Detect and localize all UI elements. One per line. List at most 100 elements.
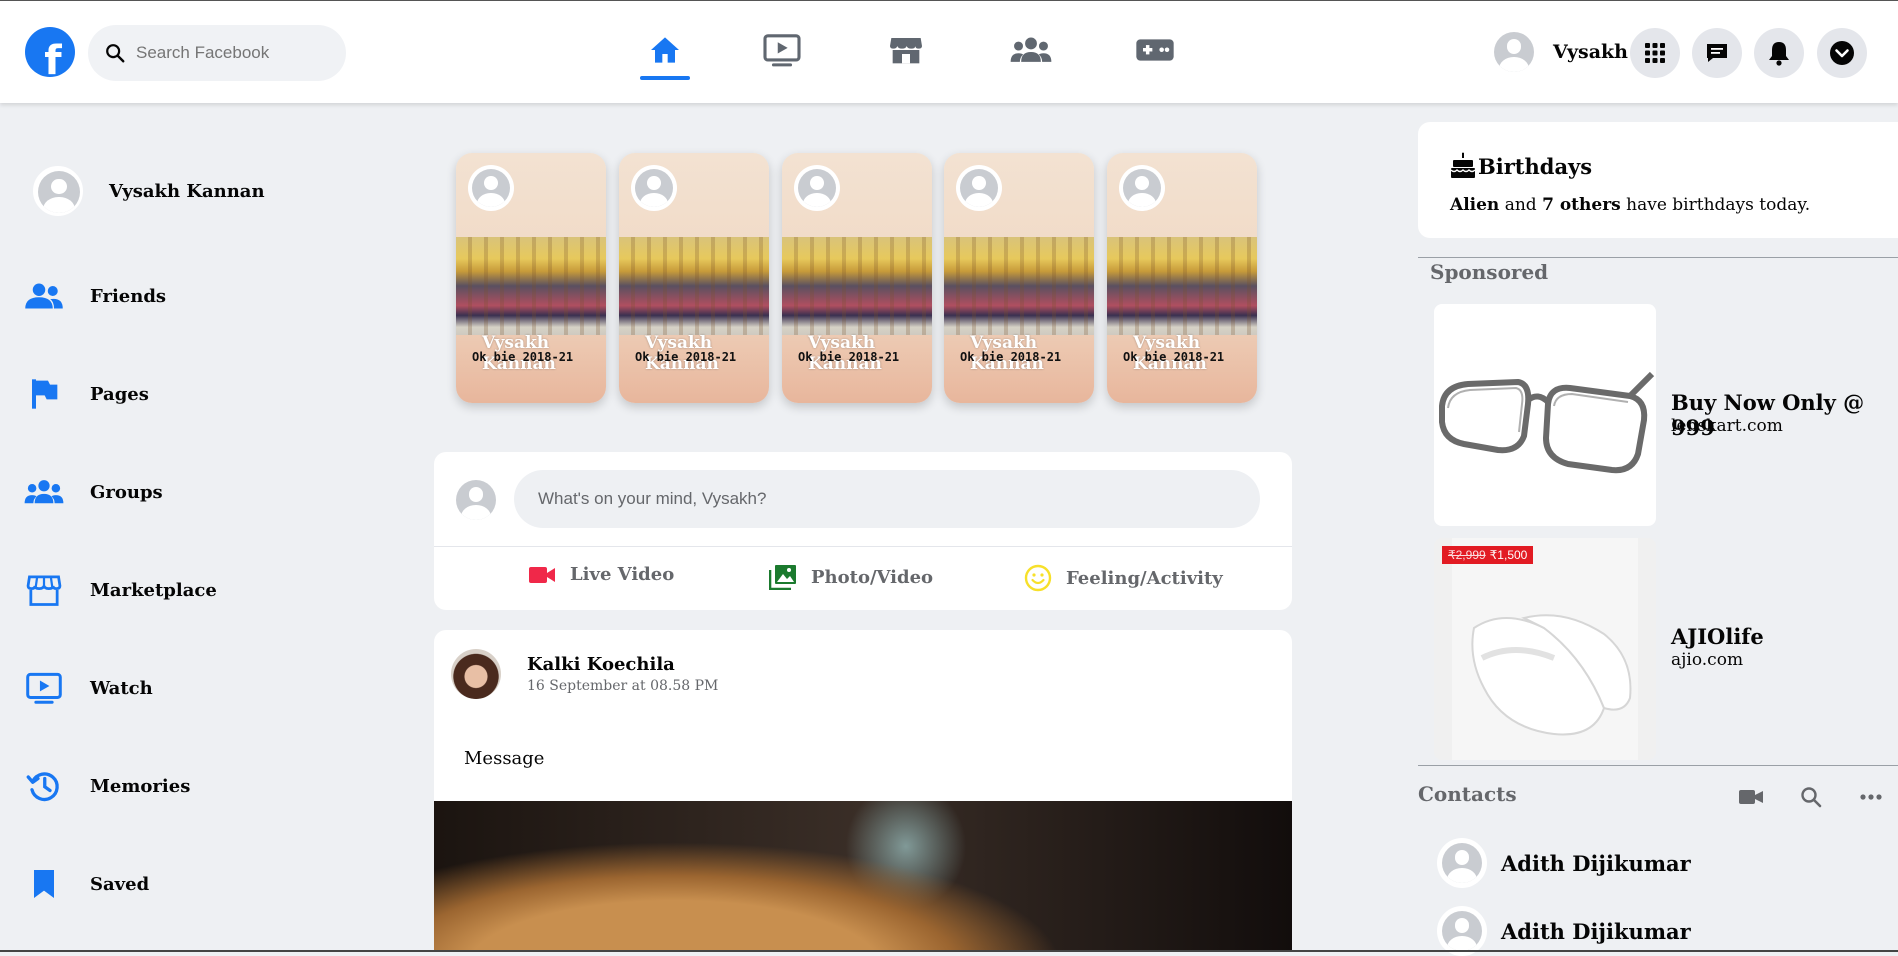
- birthdays-card[interactable]: Birthdays Alien and 7 others have birthd…: [1418, 122, 1898, 238]
- search-bar[interactable]: [88, 25, 346, 81]
- notifications-button[interactable]: [1754, 28, 1804, 78]
- post-timestamp[interactable]: 16 September at 08.58 PM: [527, 678, 718, 694]
- post-message: Message: [464, 748, 545, 769]
- live-video-icon: [529, 566, 555, 583]
- search-input[interactable]: [134, 42, 338, 64]
- sidebar-item-label: Friends: [90, 285, 167, 307]
- nav-watch[interactable]: [753, 25, 811, 75]
- create-post-box: What's on your mind, Vysakh? Live Video …: [434, 452, 1292, 610]
- ad-image-lenskart[interactable]: [1434, 304, 1656, 526]
- author-avatar[interactable]: [451, 649, 501, 699]
- more-icon: [1860, 794, 1882, 800]
- feeling-activity-button[interactable]: Feeling/Activity: [1024, 564, 1223, 592]
- sidebar-item-label: Memories: [90, 775, 191, 797]
- flag-icon: [24, 374, 64, 414]
- divider: [1418, 765, 1898, 766]
- story-photo: [782, 237, 932, 335]
- story-caption: Ok bie 2018-21: [1123, 350, 1225, 364]
- story-card[interactable]: Vysakh Kannan Ok bie 2018-21: [782, 153, 932, 403]
- avatar: [468, 165, 514, 211]
- sponsored-title: Sponsored: [1430, 260, 1549, 284]
- story-card[interactable]: Vysakh Kannan Ok bie 2018-21: [619, 153, 769, 403]
- sidebar-item-label: Watch: [90, 677, 153, 699]
- avatar: [1494, 32, 1534, 72]
- live-video-button[interactable]: Live Video: [528, 564, 674, 585]
- story-photo: [1107, 237, 1257, 335]
- contact-item[interactable]: Adith Dijikumar: [1437, 838, 1691, 888]
- sidebar-profile[interactable]: Vysakh Kannan: [33, 166, 265, 216]
- avatar: [33, 166, 83, 216]
- sidebar-item-marketplace[interactable]: Marketplace: [24, 570, 217, 610]
- groups-icon: [24, 472, 64, 512]
- story-caption: Ok bie 2018-21: [798, 350, 900, 364]
- sidebar-item-groups[interactable]: Groups: [24, 472, 163, 512]
- watch-icon: [763, 34, 801, 67]
- new-room-button[interactable]: [1734, 780, 1768, 814]
- sidebar-item-memories[interactable]: Memories: [24, 766, 190, 806]
- nav-marketplace[interactable]: [877, 25, 935, 75]
- nav-groups[interactable]: [1002, 25, 1060, 75]
- photo-icon: [769, 565, 796, 590]
- story-photo: [944, 237, 1094, 335]
- sidebar-item-saved[interactable]: Saved: [24, 864, 149, 904]
- sidebar-item-label: Saved: [90, 873, 150, 895]
- avatar: [1119, 165, 1165, 211]
- search-contacts-button[interactable]: [1794, 780, 1828, 814]
- story-card[interactable]: Vysakh Kannan Ok bie 2018-21: [944, 153, 1094, 403]
- ad-site: lenskart.com: [1671, 416, 1783, 436]
- photo-video-button[interactable]: Photo/Video: [769, 564, 933, 590]
- contact-name: Adith Dijikumar: [1501, 850, 1691, 876]
- notifications-icon: [1769, 42, 1789, 66]
- messenger-button[interactable]: [1692, 28, 1742, 78]
- action-label: Photo/Video: [811, 566, 934, 588]
- story-card[interactable]: Vysakh Kannan Ok bie 2018-21: [456, 153, 606, 403]
- home-icon: [651, 37, 679, 63]
- header-profile-name: Vysakh: [1553, 41, 1628, 63]
- groups-icon: [1010, 37, 1052, 62]
- sidebar-item-watch[interactable]: Watch: [24, 668, 153, 708]
- feeling-icon: [1024, 564, 1052, 592]
- slides-image: [1452, 538, 1638, 760]
- action-label: Live Video: [570, 564, 675, 585]
- account-dropdown-button[interactable]: [1817, 28, 1867, 78]
- nav-gaming[interactable]: [1126, 25, 1184, 75]
- contacts-options-button[interactable]: [1854, 780, 1888, 814]
- facebook-logo[interactable]: f: [25, 27, 75, 77]
- price-badge: ₹2,999 ₹1,500: [1442, 546, 1534, 564]
- birthdays-text: Alien and 7 others have birthdays today.: [1450, 195, 1811, 215]
- avatar: [1437, 838, 1487, 888]
- marketplace-icon: [890, 38, 922, 64]
- story-card[interactable]: Vysakh Kannan Ok bie 2018-21: [1107, 153, 1257, 403]
- contacts-title: Contacts: [1418, 782, 1517, 806]
- avatar: [794, 165, 840, 211]
- ad-title[interactable]: AJIOlife: [1671, 624, 1764, 649]
- post-author[interactable]: Kalki Koechila: [527, 654, 675, 675]
- feed-post: Kalki Koechila 16 September at 08.58 PM …: [434, 630, 1292, 952]
- ad-image-ajio[interactable]: ₹2,999 ₹1,500: [1434, 538, 1656, 760]
- contact-item[interactable]: Adith Dijikumar: [1437, 906, 1691, 956]
- contact-name: Adith Dijikumar: [1501, 918, 1691, 944]
- status-input[interactable]: What's on your mind, Vysakh?: [514, 470, 1260, 528]
- sidebar-item-label: Pages: [90, 383, 149, 405]
- story-caption: Ok bie 2018-21: [635, 350, 737, 364]
- menu-button[interactable]: [1630, 28, 1680, 78]
- friends-icon: [24, 276, 64, 316]
- story-photo: [619, 237, 769, 335]
- store-icon: [24, 570, 64, 610]
- cake-icon: [1450, 152, 1476, 178]
- action-label: Feeling/Activity: [1066, 567, 1223, 589]
- post-image[interactable]: [434, 801, 1292, 952]
- eyeglasses-image: [1439, 371, 1655, 474]
- sidebar-item-friends[interactable]: Friends: [24, 276, 166, 316]
- story-caption: Ok bie 2018-21: [960, 350, 1062, 364]
- sidebar-item-pages[interactable]: Pages: [24, 374, 149, 414]
- story-photo: [456, 237, 606, 335]
- search-icon: [106, 44, 125, 63]
- top-navbar: f Search Facebook Vysakh: [0, 0, 1898, 103]
- birthdays-title: Birthdays: [1450, 152, 1592, 180]
- avatar: [631, 165, 677, 211]
- header-profile[interactable]: Vysakh: [1494, 32, 1628, 72]
- sidebar-profile-name: Vysakh Kannan: [109, 180, 265, 202]
- account-dropdown-icon: [1830, 41, 1854, 65]
- nav-home[interactable]: [636, 25, 694, 75]
